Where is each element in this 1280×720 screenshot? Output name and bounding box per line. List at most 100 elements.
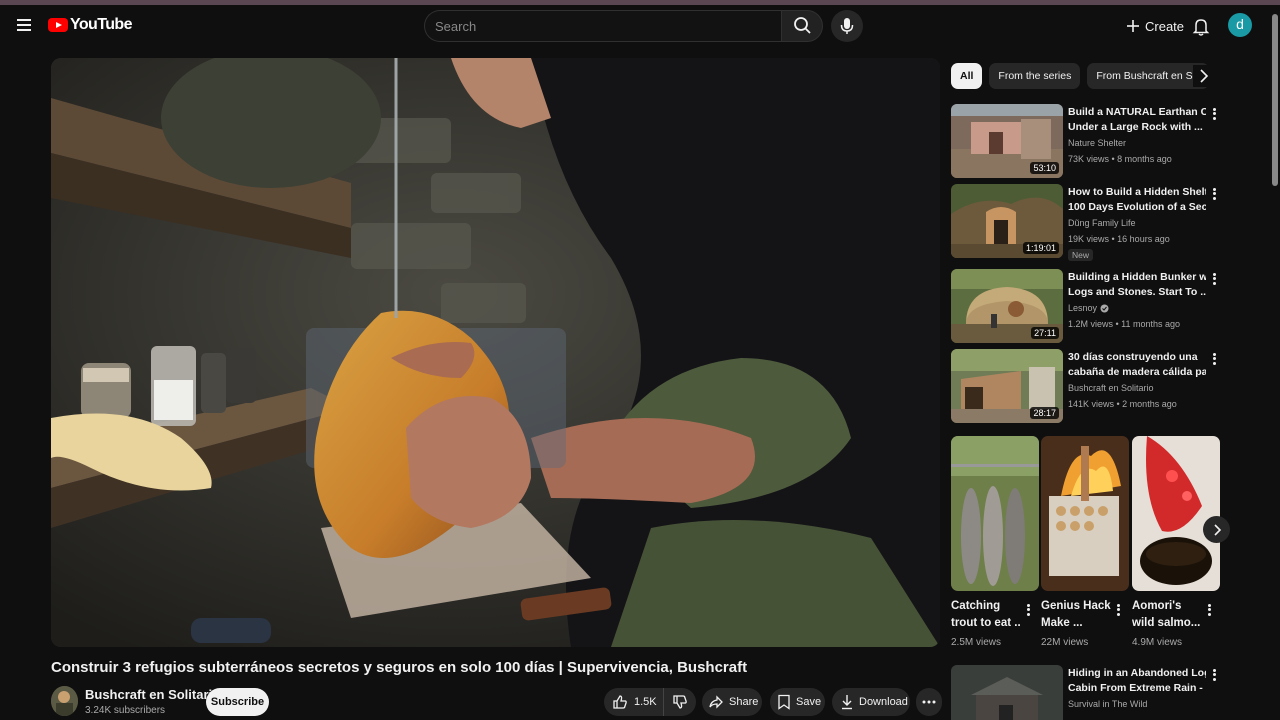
thumbs-up-icon <box>613 695 627 709</box>
chip-all[interactable]: All <box>951 63 983 89</box>
more-actions-button[interactable] <box>916 688 942 716</box>
short-thumbnail[interactable] <box>951 436 1039 591</box>
like-button[interactable]: 1.5K <box>604 688 664 716</box>
filter-chips: All From the series From Bushcraft en So… <box>951 63 1221 89</box>
short-views: 2.5M views <box>951 637 1002 648</box>
short-title: Aomori's wild salmo... <box>1132 598 1202 632</box>
download-icon <box>842 695 852 710</box>
video-thumbnail[interactable]: 1:19:01 <box>951 184 1063 258</box>
subscriber-count: 3.24K subscribers <box>85 705 166 716</box>
recommended-video[interactable]: 53:10 Build a NATURAL Earthan Cabin Unde… <box>951 104 1221 180</box>
search-icon <box>794 17 811 34</box>
thumbnail-image <box>1041 436 1129 591</box>
recommended-video[interactable]: 1:19:01 How to Build a Hidden Shelter: 1… <box>951 184 1221 261</box>
share-label: Share <box>729 696 759 708</box>
more-vertical-icon[interactable] <box>1204 602 1214 618</box>
short-title-line: wild salmo... <box>1132 617 1201 629</box>
search-box <box>424 10 782 42</box>
thumbnail-image <box>951 436 1039 591</box>
account-avatar[interactable]: d <box>1228 13 1252 37</box>
verified-icon <box>1100 304 1109 312</box>
create-button[interactable]: Create <box>1116 11 1194 41</box>
video-title-line: Hiding in an Abandoned Log <box>1068 667 1206 679</box>
voice-search-button[interactable] <box>831 10 863 42</box>
chips-next-button[interactable] <box>1193 65 1215 87</box>
recommended-video[interactable]: 27:11 Building a Hidden Bunker with Logs… <box>951 269 1221 345</box>
video-thumbnail[interactable]: 27:11 <box>951 269 1063 343</box>
notifications-button[interactable] <box>1188 14 1214 40</box>
short-title-line: trout to eat ... <box>951 617 1021 629</box>
video-meta: 19K views • 16 hours ago <box>1068 234 1170 244</box>
search-input[interactable] <box>425 11 782 41</box>
more-vertical-icon[interactable] <box>1209 186 1219 202</box>
video-title-line: Under a Large Rock with ... <box>1068 121 1203 133</box>
search-button[interactable] <box>781 10 823 42</box>
short-item[interactable]: Catching trout to eat ... 2.5M views <box>951 436 1039 648</box>
new-badge: New <box>1068 249 1094 261</box>
video-thumbnail[interactable]: 53:10 <box>951 104 1063 178</box>
subscribe-button[interactable]: Subscribe <box>206 688 269 716</box>
recommended-video[interactable]: 28:17 30 días construyendo una cabaña de… <box>951 349 1221 425</box>
video-duration: 1:19:01 <box>1022 242 1059 254</box>
more-horizontal-icon <box>922 700 936 704</box>
short-item[interactable]: Genius Hack: Make ... 22M views <box>1041 436 1129 648</box>
short-views: 22M views <box>1041 637 1089 648</box>
short-thumbnail[interactable] <box>1041 436 1129 591</box>
save-label: Save <box>796 696 822 708</box>
more-vertical-icon[interactable] <box>1113 602 1123 618</box>
video-duration: 53:10 <box>1030 162 1059 174</box>
bell-icon <box>1192 19 1210 36</box>
video-thumbnail[interactable]: 28:17 <box>951 349 1063 423</box>
save-button[interactable]: Save <box>770 688 825 716</box>
hamburger-menu-icon[interactable] <box>12 13 36 37</box>
youtube-play-icon <box>48 18 68 32</box>
more-vertical-icon[interactable] <box>1209 106 1219 122</box>
chevron-right-icon <box>1213 523 1221 536</box>
chip-from-the-series[interactable]: From the series <box>989 63 1081 89</box>
share-icon <box>709 695 723 709</box>
top-header: YouTube Create d <box>0 5 1280 49</box>
chip-from-channel[interactable]: From Bushcraft en Solitario <box>1087 63 1210 89</box>
video-player[interactable] <box>51 58 940 647</box>
more-vertical-icon[interactable] <box>1023 602 1033 618</box>
more-vertical-icon[interactable] <box>1209 271 1219 287</box>
channel-label: Survival in The Wild <box>1068 699 1148 709</box>
video-title: Building a Hidden Bunker with Logs and S… <box>1068 270 1206 300</box>
video-meta: 73K views • 8 months ago <box>1068 154 1172 164</box>
recommended-video[interactable]: Hiding in an Abandoned Log Cabin From Ex… <box>951 665 1221 720</box>
video-title: 30 días construyendo una cabaña de mader… <box>1068 350 1206 380</box>
video-title-line: How to Build a Hidden Shelter: <box>1068 186 1206 198</box>
short-title-line: Aomori's <box>1132 600 1182 612</box>
dislike-button[interactable] <box>664 688 696 716</box>
short-views: 4.9M views <box>1132 637 1183 648</box>
share-button[interactable]: Share <box>702 688 762 716</box>
video-duration: 27:11 <box>1031 327 1059 339</box>
more-vertical-icon[interactable] <box>1209 667 1219 683</box>
channel-name[interactable]: Bushcraft en Solitario <box>85 687 220 702</box>
video-meta: 1.2M views • 11 months ago <box>1068 319 1181 329</box>
short-title: Genius Hack: Make ... <box>1041 598 1111 632</box>
video-title: Construir 3 refugios subterráneos secret… <box>51 659 748 676</box>
channel-label: Dũng Family Life <box>1068 218 1136 228</box>
channel-label: Nature Shelter <box>1068 138 1127 148</box>
video-title: Hiding in an Abandoned Log Cabin From Ex… <box>1068 666 1206 696</box>
scrollbar-thumb[interactable] <box>1272 14 1278 186</box>
video-thumbnail[interactable] <box>951 665 1063 720</box>
short-item[interactable]: Aomori's wild salmo... 4.9M views <box>1132 436 1220 648</box>
youtube-logo[interactable]: YouTube <box>48 16 132 34</box>
short-title-line: Make ... <box>1041 617 1083 629</box>
shorts-next-button[interactable] <box>1203 516 1230 543</box>
video-title: Build a NATURAL Earthan Cabin Under a La… <box>1068 105 1206 135</box>
channel-avatar-image <box>51 686 78 716</box>
video-title-line: Building a Hidden Bunker with <box>1068 271 1206 283</box>
video-meta: 141K views • 2 months ago <box>1068 399 1177 409</box>
more-vertical-icon[interactable] <box>1209 351 1219 367</box>
download-button[interactable]: Download <box>832 688 910 716</box>
like-dislike-group: 1.5K <box>604 688 696 716</box>
channel-avatar[interactable] <box>51 686 78 716</box>
thumbs-down-icon <box>673 695 687 709</box>
video-title-line: cabaña de madera cálida para... <box>1068 366 1206 378</box>
channel-name: Bushcraft en Solitario <box>1068 383 1154 393</box>
short-thumbnail[interactable] <box>1132 436 1220 591</box>
channel-label: Bushcraft en Solitario <box>1068 383 1154 393</box>
